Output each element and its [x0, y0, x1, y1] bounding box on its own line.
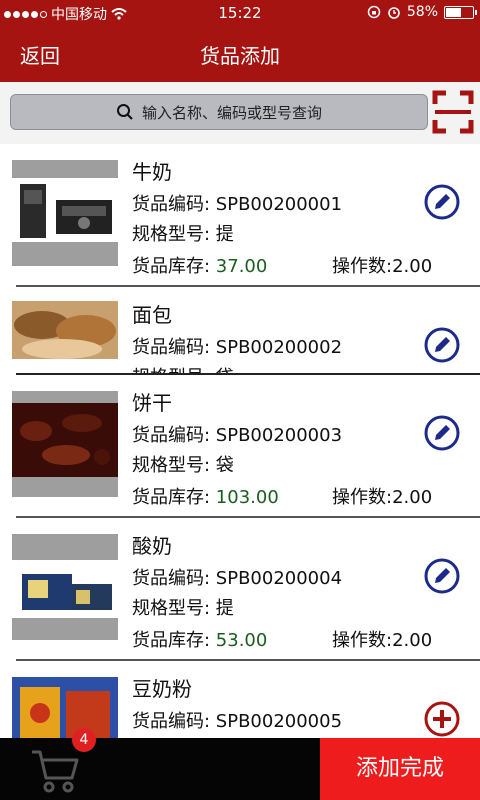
search-row: 输入名称、编码或型号查询 [0, 82, 480, 144]
product-code: 货品编码: SPB00200001 [132, 194, 343, 215]
edit-icon[interactable] [424, 415, 460, 451]
back-button[interactable]: 返回 [20, 40, 60, 69]
search-input[interactable]: 输入名称、编码或型号查询 [10, 94, 428, 130]
product-image-biscuit [12, 391, 118, 497]
product-name: 酸奶 [132, 534, 172, 558]
product-stock: 货品库存: 37.00 [132, 256, 268, 277]
list-item[interactable]: 豆奶粉 货品编码: SPB00200005 [0, 661, 480, 738]
operation-count: 操作数:2.00 [332, 487, 433, 508]
add-complete-button[interactable]: 添加完成 [320, 738, 480, 800]
product-code: 货品编码: SPB00200004 [132, 568, 343, 589]
operation-count: 操作数:2.00 [332, 256, 433, 277]
product-spec: 规格型号: 提 [132, 598, 234, 619]
product-stock: 货品库存: 103.00 [132, 487, 279, 508]
battery-icon [444, 5, 477, 19]
cart-count-badge: 4 [72, 728, 96, 752]
operation-count: 操作数:2.00 [332, 630, 433, 651]
product-name: 豆奶粉 [132, 677, 192, 701]
page-title: 货品添加 [200, 44, 280, 68]
nav-bar: 返回 货品添加 [0, 26, 480, 82]
product-name: 牛奶 [132, 160, 172, 184]
product-image-bread [12, 301, 118, 359]
cart-icon[interactable] [30, 746, 80, 794]
edit-icon[interactable] [424, 184, 460, 220]
product-image-soy-milk-powder [12, 677, 118, 738]
bottom-bar: 4 添加完成 [0, 728, 480, 800]
product-stock: 货品库存: 53.00 [132, 630, 268, 651]
list-item[interactable]: 酸奶 货品编码: SPB00200004 规格型号: 提 货品库存: 53.00… [0, 518, 480, 661]
scan-icon[interactable] [432, 90, 474, 134]
edit-icon[interactable] [424, 558, 460, 594]
search-icon [116, 104, 133, 120]
status-right: 58% [367, 4, 477, 20]
list-item[interactable]: 饼干 货品编码: SPB00200003 规格型号: 袋 货品库存: 103.0… [0, 375, 480, 518]
list-item[interactable]: 牛奶 货品编码: SPB00200001 规格型号: 提 货品库存: 37.00… [0, 144, 480, 287]
add-icon[interactable] [424, 701, 460, 737]
product-code: 货品编码: SPB00200005 [132, 711, 343, 732]
product-name: 饼干 [132, 391, 172, 415]
list-item[interactable]: 面包 货品编码: SPB00200002 规格型号: 袋 [0, 287, 480, 375]
rotation-lock-icon [367, 5, 381, 19]
battery-percent: 58% [406, 4, 438, 20]
battery-fill [446, 7, 462, 17]
product-name: 面包 [132, 303, 172, 327]
product-image-yogurt [12, 534, 118, 640]
product-list[interactable]: 牛奶 货品编码: SPB00200001 规格型号: 提 货品库存: 37.00… [0, 144, 480, 738]
status-bar: 中国移动 15:22 58% [0, 0, 480, 26]
edit-icon[interactable] [424, 327, 460, 363]
alarm-icon [388, 7, 400, 19]
product-spec: 规格型号: 提 [132, 224, 234, 245]
product-spec: 规格型号: 袋 [132, 455, 234, 476]
product-image-milk [12, 160, 118, 266]
search-placeholder: 输入名称、编码或型号查询 [141, 103, 322, 122]
cart-area[interactable]: 4 [0, 728, 320, 800]
product-code: 货品编码: SPB00200003 [132, 425, 343, 446]
product-code: 货品编码: SPB00200002 [132, 337, 343, 358]
